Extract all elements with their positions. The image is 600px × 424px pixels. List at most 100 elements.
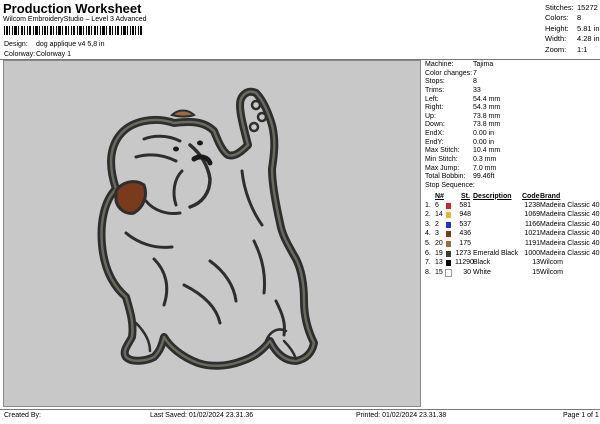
stop-number: 4. — [425, 230, 431, 238]
stitch-count: 1273 — [455, 249, 471, 257]
page-number: Page 1 of 1 — [563, 412, 599, 419]
stop-row: 1. 6 581 1238 Madeira Classic 40 — [425, 202, 600, 212]
thread-code: 1191 — [524, 239, 540, 247]
header-st: St. — [461, 192, 470, 200]
thread-description: Black — [473, 259, 491, 267]
info-right: Right: 54.3 mm — [425, 104, 501, 112]
stitch-count: 175 — [459, 239, 471, 247]
info-machine: Machine: Tajima — [425, 61, 494, 68]
thread-brand: Madeira Classic 40 — [540, 239, 600, 247]
stop-sequence-header: N# St. Description Code Brand — [425, 193, 600, 202]
stop-row: 2. 14 948 1069 Madeira Classic 40 — [425, 211, 600, 221]
color-swatch — [446, 221, 451, 228]
info-stops: Stops: 8 — [425, 78, 477, 86]
needle-number: 2 — [435, 220, 439, 228]
stop-row: 6. 19 1273 Emerald Black 1000 Madeira Classic… — [425, 250, 600, 260]
needle-number: 3 — [435, 230, 439, 238]
stop-number: 1. — [425, 201, 431, 209]
thread-brand: Wilcom — [540, 259, 563, 267]
ear-applique — [114, 180, 148, 215]
stop-sequence-table: 1. 6 581 1238 Madeira Classic 40 2. 14 948 1069 M… — [425, 202, 600, 279]
stop-number: 3. — [425, 220, 431, 228]
page-title: Production Worksheet — [3, 1, 142, 16]
thread-code: 1000 — [524, 249, 540, 257]
stitch-count: 948 — [459, 211, 471, 219]
color-swatch — [445, 268, 452, 277]
stop-row: 4. 3 436 1021 Madeira Classic 40 — [425, 230, 600, 240]
software-subtitle: Wilcom EmbroideryStudio – Level 3 Advanc… — [3, 16, 147, 23]
stop-number: 5. — [425, 239, 431, 247]
info-total-bobbin: Total Bobbin: 99.46ft — [425, 173, 495, 181]
stitch-count: 11290 — [455, 259, 474, 267]
needle-number: 19 — [435, 249, 443, 257]
thread-code: 1021 — [524, 230, 540, 238]
thread-brand: Madeira Classic 40 — [540, 220, 600, 228]
footer-divider — [0, 409, 600, 410]
needle-number: 14 — [435, 211, 443, 219]
header-description: Description — [473, 192, 512, 200]
needle-number: 20 — [435, 239, 443, 247]
thread-code: 1238 — [524, 201, 540, 209]
info-max-stitch: Max Stitch: 10.4 mm — [425, 147, 501, 155]
header-code: Code — [522, 192, 540, 200]
stitch-count: 537 — [459, 220, 471, 228]
design-name: dog applique v4 5,8 in — [36, 41, 105, 48]
thread-brand: Madeira Classic 40 — [540, 201, 600, 209]
stop-number: 8. — [425, 268, 431, 276]
info-max-jump: Max Jump: 7.0 mm — [425, 164, 497, 172]
left-eye — [173, 146, 179, 152]
stop-number: 7. — [425, 259, 431, 267]
color-swatch — [446, 250, 451, 257]
stop-sequence-title: Stop Sequence: — [425, 181, 475, 189]
thread-code: 15 — [532, 268, 540, 276]
created-by: Created By: — [4, 412, 41, 419]
stitch-count: 30 — [463, 268, 471, 276]
info-left: Left: 54.4 mm — [425, 95, 501, 103]
thread-code: 1069 — [524, 211, 540, 219]
info-up: Up: 73.8 mm — [425, 112, 501, 120]
stop-row: 7. 13 11290 Black 13 Wilcom — [425, 259, 600, 269]
thread-brand: Madeira Classic 40 — [540, 249, 600, 257]
colorway-label: Colorway: — [4, 51, 36, 58]
last-saved: Last Saved: 01/02/2024 23.31.36 — [150, 412, 254, 419]
info-min-stitch: Min Stitch: 0.3 mm — [425, 156, 497, 164]
thread-code: 13 — [532, 259, 540, 267]
needle-number: 15 — [435, 268, 443, 276]
thread-brand: Madeira Classic 40 — [540, 211, 600, 219]
thread-brand: Wilcom — [540, 268, 563, 276]
design-preview — [3, 60, 421, 407]
color-swatch — [446, 212, 451, 219]
color-swatch — [446, 240, 451, 247]
colorway-name: Colorway 1 — [36, 51, 72, 58]
stop-number: 6. — [425, 249, 431, 257]
color-swatch — [446, 260, 451, 267]
info-down: Down: 73.8 mm — [425, 121, 501, 129]
stop-row: 8. 15 30 White 15 Wilcom — [425, 268, 600, 279]
header-n: N# — [435, 192, 444, 200]
stitch-count: 436 — [459, 230, 471, 238]
needle-number: 13 — [435, 259, 443, 267]
outline-inner-path — [100, 90, 316, 367]
info-endy: EndY: 0.00 in — [425, 138, 495, 146]
right-eye — [197, 140, 203, 146]
thread-brand: Madeira Classic 40 — [540, 230, 600, 238]
info-color-changes: Color changes: 7 — [425, 69, 477, 77]
bulldog-embroidery-illustration — [97, 87, 318, 370]
thread-description: Emerald Black — [473, 249, 519, 257]
color-swatch — [446, 202, 451, 209]
machine-info-panel: Machine: Tajima Color changes: 7 Stops: 8 T… — [425, 61, 600, 278]
needle-number: 6 — [435, 201, 439, 209]
stop-row: 5. 20 175 1191 Madeira Classic 40 — [425, 240, 600, 250]
header-brand: Brand — [540, 192, 561, 200]
stop-row: 3. 2 537 1166 Madeira Classic 40 — [425, 221, 600, 231]
thread-description: White — [473, 268, 491, 276]
barcode — [4, 26, 142, 35]
design-label: Design: — [4, 41, 28, 48]
info-endx: EndX: 0.00 in — [425, 130, 495, 138]
color-swatch — [446, 231, 451, 238]
info-trims: Trims: 33 — [425, 86, 481, 94]
stop-number: 2. — [425, 211, 431, 219]
ear-tip-applique — [170, 109, 196, 118]
printed-date: Printed: 01/02/2024 23.31.38 — [356, 412, 447, 419]
stitch-count: 581 — [459, 201, 471, 209]
